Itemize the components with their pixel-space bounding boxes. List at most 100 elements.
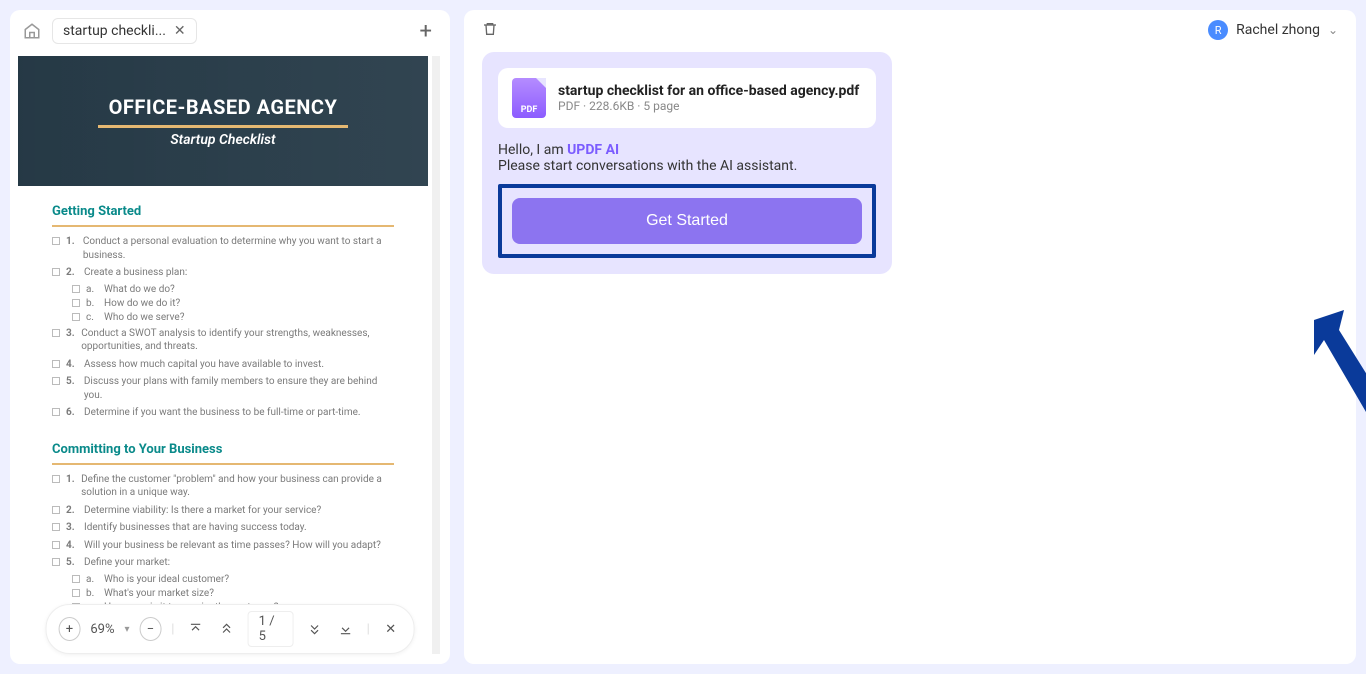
brand-name: UPDF AI xyxy=(567,142,619,158)
item-number: 6. xyxy=(66,406,78,420)
checkbox-icon xyxy=(52,523,60,531)
subitem-text: What do we do? xyxy=(104,284,175,295)
bottom-toolbar: + 69% ▾ − | 1 / 5 | ✕ xyxy=(46,604,415,654)
subitem-text: What's your market size? xyxy=(104,588,214,599)
document-page: OFFICE-BASED AGENCY Startup Checklist Ge… xyxy=(18,56,428,654)
chevron-down-icon: ⌄ xyxy=(1328,23,1338,37)
checklist-subitem: a. Who is your ideal customer? xyxy=(72,574,394,585)
item-number: 4. xyxy=(66,358,78,372)
item-text: Define the customer "problem" and how yo… xyxy=(81,473,394,500)
tab-label: startup checkli... xyxy=(63,23,166,39)
item-number: 1. xyxy=(66,473,75,487)
checklist-item: 1.Conduct a personal evaluation to deter… xyxy=(52,235,394,262)
checkbox-icon xyxy=(52,506,60,514)
checklist-item: 2.Create a business plan: xyxy=(52,266,394,280)
item-text: Identify businesses that are having succ… xyxy=(84,521,307,535)
checklist-item: 6. Determine if you want the business to … xyxy=(52,406,394,420)
checkbox-icon xyxy=(72,575,80,583)
document-viewer[interactable]: OFFICE-BASED AGENCY Startup Checklist Ge… xyxy=(14,56,440,654)
ai-panel: PDF startup checklist for an office-base… xyxy=(482,52,892,274)
zoom-out-button[interactable]: − xyxy=(140,617,162,641)
checkbox-icon xyxy=(52,237,60,245)
subitem-text: Who is your ideal customer? xyxy=(104,574,229,585)
section-underline xyxy=(52,225,394,227)
item-text: Create a business plan: xyxy=(84,266,187,280)
item-number: 4. xyxy=(66,539,78,553)
item-number: 2. xyxy=(66,504,78,518)
checkbox-icon xyxy=(72,285,80,293)
checkbox-icon xyxy=(52,408,60,416)
checkbox-icon xyxy=(72,313,80,321)
total-pages: 5 xyxy=(259,629,266,644)
item-number: 3. xyxy=(66,327,75,341)
item-text: Assess how much capital you have availab… xyxy=(84,358,324,372)
separator: | xyxy=(171,622,174,637)
right-pane: R Rachel zhong ⌄ PDF startup checklist f… xyxy=(464,10,1356,664)
user-name: Rachel zhong xyxy=(1236,22,1320,38)
checkbox-icon xyxy=(52,360,60,368)
get-started-button[interactable]: Get Started xyxy=(512,198,862,244)
last-page-button[interactable] xyxy=(335,617,357,641)
section-underline xyxy=(52,463,394,465)
user-menu[interactable]: R Rachel zhong ⌄ xyxy=(1208,20,1338,40)
zoom-in-button[interactable]: + xyxy=(59,617,81,641)
item-text: Define your market: xyxy=(84,556,170,570)
item-number: 5. xyxy=(66,556,78,570)
first-page-button[interactable] xyxy=(184,617,206,641)
checkbox-icon xyxy=(52,541,60,549)
checklist-item: 3.Conduct a SWOT analysis to identify yo… xyxy=(52,327,394,354)
trash-icon[interactable] xyxy=(482,21,500,39)
right-header: R Rachel zhong ⌄ xyxy=(464,10,1356,50)
annotation-arrow xyxy=(1294,300,1366,480)
ai-greeting: Hello, I am UPDF AI Please start convers… xyxy=(498,142,876,174)
pdf-icon: PDF xyxy=(512,78,546,118)
subitem-text: Who do we serve? xyxy=(104,312,184,323)
checklist-subitem: c.Who do we serve? xyxy=(72,312,394,323)
section-heading: Getting Started xyxy=(52,204,394,219)
title-underline xyxy=(98,125,348,128)
checklist-subitem: b. How do we do it? xyxy=(72,298,394,309)
doc-header: OFFICE-BASED AGENCY Startup Checklist xyxy=(18,56,428,186)
checklist-item: 5. Discuss your plans with family members… xyxy=(52,375,394,402)
prev-page-button[interactable] xyxy=(216,617,238,641)
zoom-level: 69% xyxy=(90,622,114,637)
checklist-item: 5. Define your market: xyxy=(52,556,394,570)
home-icon[interactable] xyxy=(22,21,42,41)
close-icon[interactable]: ✕ xyxy=(174,23,186,39)
file-card[interactable]: PDF startup checklist for an office-base… xyxy=(498,68,876,128)
separator: | xyxy=(367,622,370,637)
file-info: startup checklist for an office-based ag… xyxy=(558,83,859,113)
doc-body: Getting Started 1.Conduct a personal eval… xyxy=(18,186,428,654)
subitem-letter: b. xyxy=(86,298,98,309)
next-page-button[interactable] xyxy=(303,617,325,641)
document-tab[interactable]: startup checkli... ✕ xyxy=(52,18,197,44)
subitem-text: How do we do it? xyxy=(104,298,180,309)
item-number: 5. xyxy=(66,375,78,389)
item-number: 3. xyxy=(66,521,78,535)
left-pane: startup checkli... ✕ + OFFICE-BASED AGEN… xyxy=(10,10,450,664)
checkbox-icon xyxy=(52,377,60,385)
zoom-dropdown-icon[interactable]: ▾ xyxy=(124,624,129,635)
close-toolbar-button[interactable]: ✕ xyxy=(380,617,402,641)
checkbox-icon xyxy=(52,558,60,566)
checkbox-icon xyxy=(52,268,60,276)
checkbox-icon xyxy=(52,329,60,337)
doc-title: OFFICE-BASED AGENCY xyxy=(109,95,338,119)
new-tab-button[interactable]: + xyxy=(414,19,438,44)
file-name: startup checklist for an office-based ag… xyxy=(558,83,859,99)
avatar: R xyxy=(1208,20,1228,40)
page-indicator[interactable]: 1 / 5 xyxy=(248,611,294,647)
subitem-letter: a. xyxy=(86,574,98,585)
subitem-letter: a. xyxy=(86,284,98,295)
checklist-item: 4.Will your business be relevant as time… xyxy=(52,539,394,553)
item-number: 1. xyxy=(66,235,77,249)
subitem-letter: b. xyxy=(86,588,98,599)
item-text: Discuss your plans with family members t… xyxy=(84,375,394,402)
checkbox-icon xyxy=(52,475,60,483)
tabbar: startup checkli... ✕ + xyxy=(10,10,450,52)
item-text: Determine viability: Is there a market f… xyxy=(84,504,321,518)
checkbox-icon xyxy=(72,299,80,307)
checklist-item: 4. Assess how much capital you have avail… xyxy=(52,358,394,372)
item-text: Determine if you want the business to be… xyxy=(84,406,361,420)
doc-subtitle: Startup Checklist xyxy=(170,132,275,148)
